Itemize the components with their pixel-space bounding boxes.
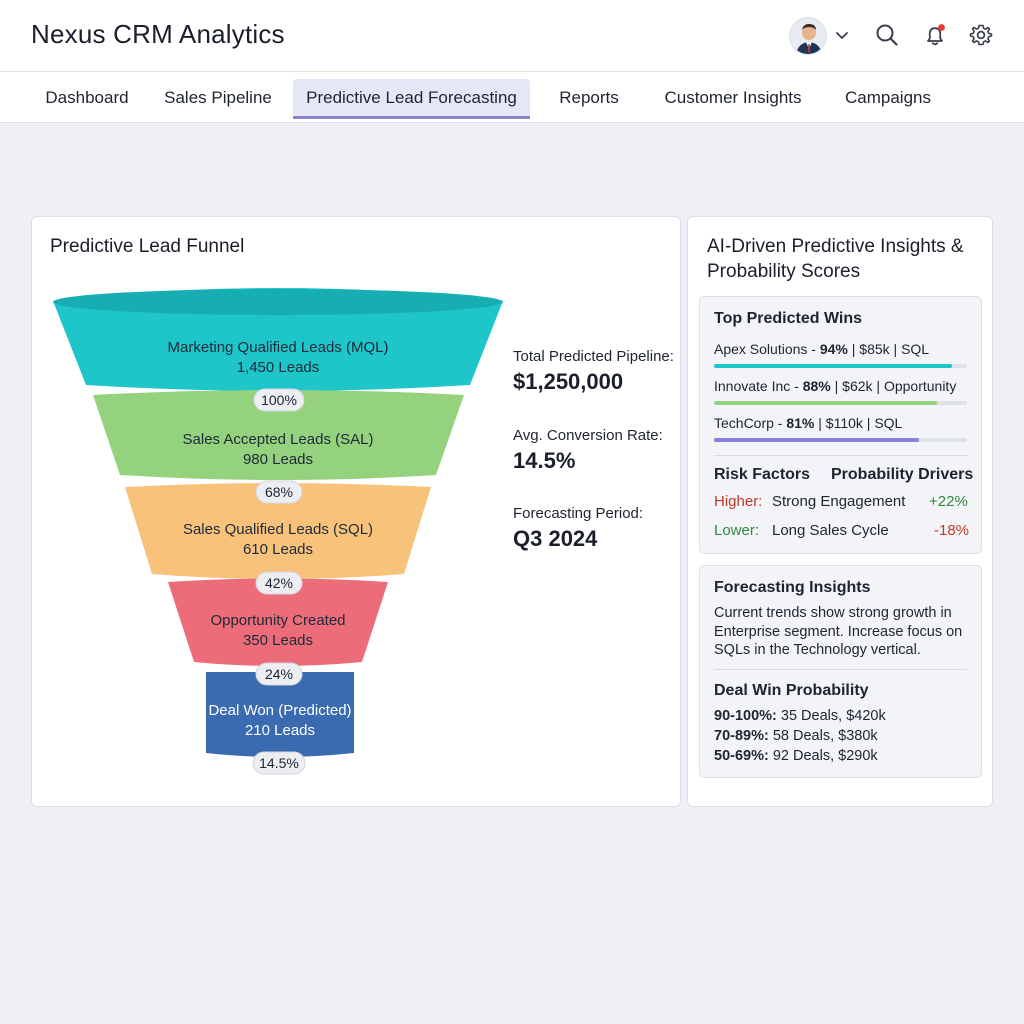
app-title: Nexus CRM Analytics	[31, 19, 285, 49]
top-wins-title: Top Predicted Wins	[714, 310, 863, 327]
prob-range: 90-100%:	[714, 708, 777, 724]
forecasting-title: Forecasting Insights	[714, 579, 871, 596]
stat-label: Total Predicted Pipeline:	[513, 348, 674, 365]
win-row-apex[interactable]: Apex Solutions - 94% | $85k | SQL	[714, 341, 929, 357]
svg-text:42%: 42%	[265, 575, 293, 591]
divider	[714, 669, 967, 670]
insights-title-line2: Probability Scores	[707, 261, 861, 282]
stage-count: 350 Leads	[243, 632, 313, 649]
stage-count: 1,450 Leads	[237, 359, 320, 376]
prob-text: 35 Deals, $420k	[776, 708, 886, 724]
forecasting-insights-panel: Forecasting Insights Current trends show…	[699, 565, 982, 778]
prob-range: 50-69%:	[714, 748, 769, 764]
insights-title-line1: AI-Driven Predictive Insights &	[707, 236, 964, 257]
conversion-pill: 42%	[255, 571, 303, 595]
insights-card: AI-Driven Predictive Insights & Probabil…	[687, 216, 993, 807]
predicted-wins-panel: Top Predicted Wins Apex Solutions - 94% …	[699, 296, 982, 554]
funnel-top-rim	[53, 289, 503, 315]
risk-higher-label: Higher:	[714, 493, 763, 510]
stat-label: Forecasting Period:	[513, 505, 644, 522]
win-progress-fill	[714, 364, 952, 368]
chevron-down-icon[interactable]	[832, 25, 852, 45]
deal-probability-title: Deal Win Probability	[714, 682, 869, 699]
win-progress-fill	[714, 401, 937, 405]
win-probability: 94%	[819, 341, 848, 357]
search-icon[interactable]	[874, 22, 900, 48]
win-company: TechCorp -	[714, 415, 787, 431]
svg-text:100%: 100%	[261, 392, 297, 408]
win-details: | $110k | SQL	[814, 415, 903, 431]
stage-count: 980 Leads	[243, 451, 313, 468]
win-probability: 88%	[802, 378, 831, 394]
svg-text:68%: 68%	[265, 484, 293, 500]
win-progress-fill	[714, 438, 919, 442]
deal-prob-row: 90-100%: 35 Deals, $420k	[714, 708, 886, 724]
risk-higher-text: Strong Engagement	[772, 493, 906, 510]
win-progress-track	[714, 401, 967, 405]
stat-value: $1,250,000	[513, 369, 624, 394]
probability-drivers-title: Probability Drivers	[831, 466, 974, 483]
risk-higher-value: +22%	[929, 493, 968, 510]
win-probability: 81%	[786, 415, 815, 431]
top-bar: Nexus CRM Analytics	[0, 0, 1024, 72]
forecasting-text: Current trends show strong growth in Ent…	[714, 605, 963, 658]
stage-count: 210 Leads	[245, 722, 315, 739]
tab-predictive-lead-forecasting[interactable]: Predictive Lead Forecasting	[293, 79, 530, 119]
bell-icon[interactable]	[922, 22, 948, 48]
divider	[714, 455, 967, 456]
win-progress-track	[714, 438, 967, 442]
stage-name: Sales Accepted Leads (SAL)	[183, 431, 374, 448]
stat-value: Q3 2024	[513, 526, 598, 551]
stage-name: Deal Won (Predicted)	[208, 702, 351, 719]
stage-count: 610 Leads	[243, 541, 313, 558]
risk-lower-text: Long Sales Cycle	[772, 522, 889, 539]
stage-name: Sales Qualified Leads (SQL)	[183, 521, 373, 538]
win-row-innovate[interactable]: Innovate Inc - 88% | $62k | Opportunity	[714, 378, 956, 394]
win-details: | $85k | SQL	[847, 341, 930, 357]
risk-lower-value: -18%	[934, 522, 970, 539]
win-details: | $62k | Opportunity	[830, 378, 957, 394]
svg-text:14.5%: 14.5%	[259, 755, 299, 771]
tab-sales-pipeline[interactable]: Sales Pipeline	[152, 79, 284, 119]
deal-prob-row: 50-69%: 92 Deals, $290k	[714, 748, 878, 764]
tab-campaigns[interactable]: Campaigns	[832, 79, 944, 119]
nav-tabs: Dashboard Sales Pipeline Predictive Lead…	[0, 72, 1024, 123]
tab-customer-insights[interactable]: Customer Insights	[650, 79, 816, 119]
win-progress-track	[714, 364, 967, 368]
risk-lower-label: Lower:	[714, 522, 760, 539]
user-avatar-icon	[796, 24, 822, 54]
prob-text: 58 Deals, $380k	[768, 728, 878, 744]
prob-range: 70-89%:	[714, 728, 769, 744]
avatar[interactable]	[789, 17, 827, 55]
notification-dot	[938, 24, 945, 31]
tab-dashboard[interactable]: Dashboard	[33, 79, 141, 119]
funnel-card: Predictive Lead Funnel Marketing Qualifi…	[31, 216, 681, 807]
stage-name: Marketing Qualified Leads (MQL)	[168, 339, 389, 356]
tab-reports[interactable]: Reports	[545, 79, 633, 119]
deal-prob-row: 70-89%: 58 Deals, $380k	[714, 728, 878, 744]
stat-value: 14.5%	[513, 448, 576, 473]
conversion-pill: 68%	[255, 480, 303, 504]
conversion-pill: 100%	[253, 388, 305, 412]
stage-name: Opportunity Created	[210, 612, 345, 629]
win-row-techcorp[interactable]: TechCorp - 81% | $110k | SQL	[714, 415, 902, 431]
prob-text: 92 Deals, $290k	[768, 748, 878, 764]
win-company: Innovate Inc -	[714, 378, 803, 394]
stat-label: Avg. Conversion Rate:	[513, 427, 663, 444]
conversion-pill: 14.5%	[252, 751, 306, 775]
conversion-pill: 24%	[255, 662, 303, 686]
gear-icon[interactable]	[968, 22, 994, 48]
risk-factors-title: Risk Factors	[714, 466, 811, 483]
svg-text:24%: 24%	[265, 666, 293, 682]
win-company: Apex Solutions -	[714, 341, 820, 357]
